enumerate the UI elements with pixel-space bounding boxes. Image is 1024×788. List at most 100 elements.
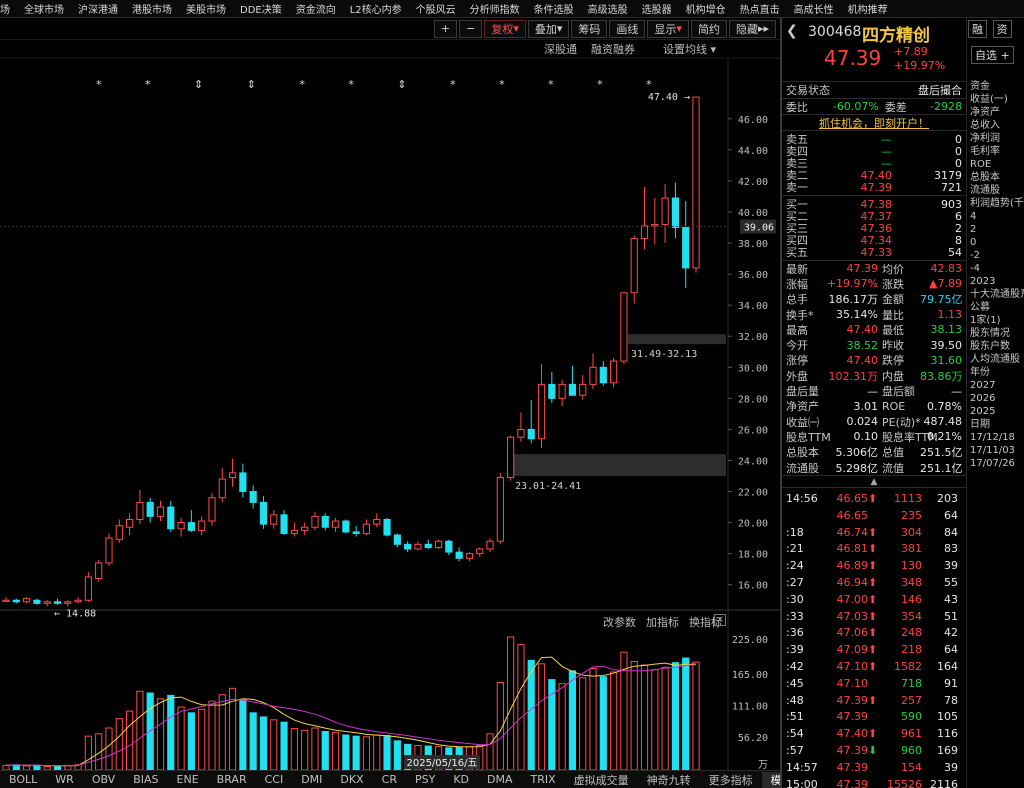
topnav-item[interactable]: 港股市场: [132, 1, 172, 16]
fund-button[interactable]: 资: [992, 20, 1012, 38]
topnav-item[interactable]: 美股市场: [186, 1, 226, 16]
stat-value: 83.86万: [920, 369, 963, 383]
tick-time: :48: [786, 693, 804, 707]
indicator-tab[interactable]: WR: [46, 773, 83, 786]
tick-volume: 381: [901, 542, 922, 556]
stat-row: 股息TTM 0.10 股息率TTM 0.21%: [782, 429, 966, 444]
trade-status-tab[interactable]: 交易状态: [786, 82, 830, 98]
price-tick-label: 36.00: [738, 270, 768, 281]
topnav-item[interactable]: 全球市场: [24, 1, 64, 16]
edit-params-link[interactable]: 改参数: [603, 614, 636, 630]
stat-label: 涨跌: [882, 277, 904, 291]
topnav-item[interactable]: 沪深港通: [78, 1, 118, 16]
indicator-tab[interactable]: CCI: [256, 773, 293, 786]
right-strip-item: 日期: [970, 419, 990, 430]
tick-arrow-icon: ⬆: [868, 592, 878, 606]
topnav-item[interactable]: 机构增仓: [686, 1, 726, 16]
stat-label: 涨幅: [786, 277, 808, 291]
stat-label: 今开: [786, 339, 808, 353]
stat-label: 盘后量: [786, 385, 819, 399]
candle-body: [486, 540, 494, 550]
topnav-item[interactable]: 条件选股: [534, 1, 574, 16]
topnav-item[interactable]: 高级选股: [588, 1, 628, 16]
ad-text[interactable]: 抓住机会，即刻开户！: [819, 115, 929, 131]
right-strip-item: 净利润: [970, 133, 1000, 144]
indicator-tab[interactable]: KD: [444, 773, 478, 786]
ad-banner[interactable]: 抓住机会，即刻开户！: [782, 114, 966, 130]
volume-bar: [393, 740, 401, 770]
tick-volume: 590: [901, 710, 922, 724]
candle-body: [620, 292, 628, 362]
tick-price: 47.00: [836, 592, 869, 606]
indicator-tab[interactable]: DKX: [331, 773, 372, 786]
indicator-tab[interactable]: OBV: [83, 773, 124, 786]
topnav-item[interactable]: 场: [0, 1, 10, 16]
indicator-tab[interactable]: 虚拟成交量: [565, 772, 638, 788]
candle-body: [517, 428, 525, 438]
price-tick-label: 26.00: [738, 425, 768, 436]
indicator-tab[interactable]: CR: [373, 773, 406, 786]
candle-body: [95, 562, 103, 579]
indicator-tab[interactable]: 模板: [761, 771, 780, 788]
stat-row: 净资产 3.01 ROE 0.78%: [782, 399, 966, 414]
margin-button[interactable]: 融: [968, 20, 987, 38]
volume-bar: [239, 699, 247, 770]
topnav-item[interactable]: 个股风云: [416, 1, 456, 16]
topnav-item[interactable]: 热点直击: [740, 1, 780, 16]
expand-row[interactable]: ▲: [782, 475, 966, 487]
level-label: 买五: [786, 246, 808, 259]
tick-arrow-icon: ⬆: [868, 492, 878, 506]
right-strip-item: 公募: [970, 302, 990, 313]
indicator-tab[interactable]: BOLL: [0, 773, 46, 786]
candle-body: [496, 477, 504, 542]
candle-body: [270, 514, 278, 525]
tick-arrow-icon: ⬆: [868, 576, 878, 590]
stat-row: 最新 47.39 均价 42.83: [782, 261, 966, 276]
tick-price: 47.39: [836, 693, 869, 707]
volume-bar: [177, 706, 185, 770]
topnav-item[interactable]: L2核心内参: [350, 1, 402, 16]
tick-count: 55: [944, 576, 958, 590]
right-strip-item: ROE: [970, 159, 992, 170]
tick-row: :36 47.06 ⬆ 248 42: [782, 625, 966, 642]
candle-body: [23, 598, 31, 603]
stat-label: 最低: [882, 323, 904, 337]
indicator-tab[interactable]: PSY: [406, 773, 444, 786]
indicator-tab[interactable]: BRAR: [208, 773, 256, 786]
candle-body: [342, 520, 350, 533]
topnav-item[interactable]: 高成长性: [794, 1, 834, 16]
stat-row: 涨幅 +19.97% 涨跌 ▲7.89: [782, 276, 966, 291]
buy-book: 买一 47.38 903 买二 47.37 6 买三 47.36 2 买四 47.34 8 买五 47.3…: [782, 195, 966, 260]
stat-label: 内盘: [882, 369, 904, 383]
kline-svg[interactable]: 46.00 44.00 42.00 40.00 38.00 36.00 34.00 32.00…: [0, 18, 780, 770]
add-indicator-link[interactable]: 加指标: [646, 614, 679, 630]
stat-value: 31.60: [930, 353, 963, 367]
stat-value: 102.31万: [828, 369, 879, 383]
candle-body: [404, 543, 412, 550]
candle-body: [187, 522, 195, 531]
close-icon[interactable]: ×: [714, 614, 726, 626]
indicator-tab[interactable]: ENE: [168, 773, 208, 786]
indicator-tab[interactable]: TRIX: [522, 773, 565, 786]
prev-stock-icon[interactable]: ❮: [786, 23, 798, 39]
right-strip-item: 人均流通股: [970, 354, 1020, 365]
add-watchlist-button[interactable]: 自选 +: [971, 46, 1014, 64]
tick-volume: 348: [901, 576, 922, 590]
topnav-item[interactable]: 资金流向: [296, 1, 336, 16]
expand-up-icon[interactable]: ▲: [871, 477, 878, 487]
topnav-item[interactable]: 分析师指数: [470, 1, 520, 16]
after-hours-tab[interactable]: 盘后撮合: [918, 82, 962, 98]
topnav-item[interactable]: 选股器: [642, 1, 672, 16]
price-tick-label: 20.00: [738, 519, 768, 530]
indicator-tab[interactable]: BIAS: [124, 773, 167, 786]
indicator-tab[interactable]: DMI: [292, 773, 331, 786]
topnav-item[interactable]: 机构推荐: [848, 1, 888, 16]
tick-count: 42: [944, 626, 958, 640]
right-strip-item: 0: [970, 237, 977, 248]
gap-band: [628, 334, 726, 345]
candle-body: [156, 506, 165, 517]
indicator-tab[interactable]: DMA: [478, 773, 522, 786]
topnav-item[interactable]: DDE决策: [240, 1, 282, 16]
indicator-tab[interactable]: 更多指标: [700, 772, 762, 788]
indicator-tab[interactable]: 神奇九转: [638, 772, 700, 788]
